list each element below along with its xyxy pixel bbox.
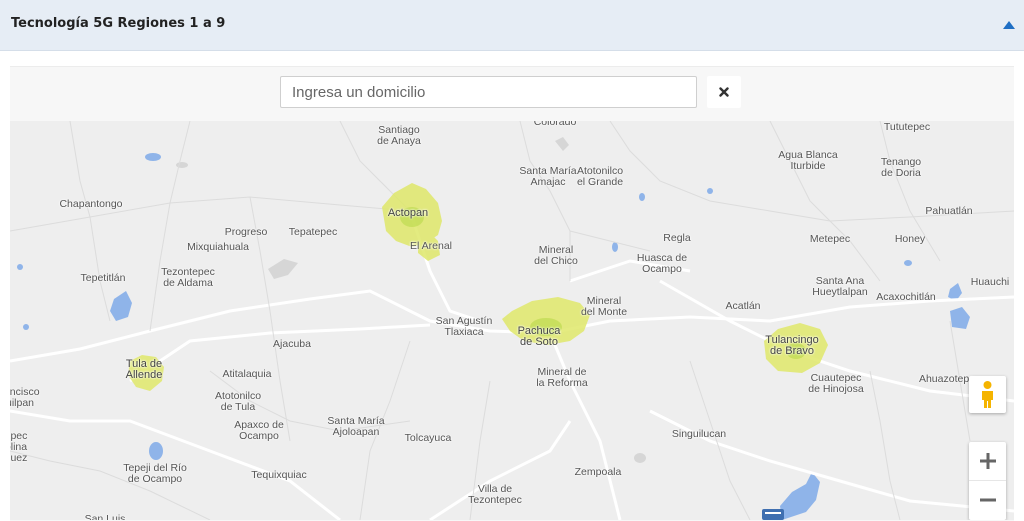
map-place-label: Apaxco de Ocampo bbox=[234, 419, 284, 442]
minus-icon bbox=[979, 498, 996, 502]
address-search-input[interactable] bbox=[280, 76, 697, 108]
plus-icon bbox=[979, 453, 996, 469]
map-place-label: Regla bbox=[663, 232, 691, 244]
map-place-label: Actopan bbox=[387, 207, 429, 219]
map-place-label: Atotonilco de Tula bbox=[214, 390, 262, 413]
map-place-label: Tula de Allende bbox=[125, 358, 163, 381]
map-place-label: Pachuca de Soto bbox=[517, 325, 561, 348]
map-place-label: epecolinaquez bbox=[10, 430, 28, 464]
street-view-pegman[interactable] bbox=[969, 376, 1006, 413]
map-place-label: Tepeji del Río de Ocampo bbox=[123, 462, 187, 485]
close-icon bbox=[719, 87, 729, 97]
map-place-label: Tenango de Doria bbox=[880, 156, 922, 179]
map-place-label: Colorado bbox=[533, 121, 577, 128]
section-title: Tecnología 5G Regiones 1 a 9 bbox=[11, 16, 226, 31]
map-place-label: Zempoala bbox=[574, 466, 622, 478]
map-place-label: Tepetitlán bbox=[80, 272, 126, 284]
map-place-label: Atotonilco el Grande bbox=[576, 165, 624, 188]
map-place-label: Acaxochitlán bbox=[876, 291, 936, 303]
map-place-label: Mineral del Chico bbox=[534, 244, 578, 267]
section-header[interactable]: Tecnología 5G Regiones 1 a 9 bbox=[0, 0, 1024, 51]
map-place-label: Mixquiahuala bbox=[187, 241, 249, 253]
map-place-label: Progreso bbox=[224, 226, 268, 238]
road-marker-icon bbox=[762, 509, 784, 520]
map-place-label: Mineral del Monte bbox=[580, 295, 628, 318]
map-place-label: ranciscouilpan bbox=[10, 386, 40, 409]
clear-search-button[interactable] bbox=[707, 76, 741, 108]
collapse-arrow-icon[interactable] bbox=[1003, 21, 1015, 29]
map-place-label: Santa María Amajac bbox=[519, 165, 577, 188]
map-place-label: Huasca de Ocampo bbox=[636, 252, 688, 275]
map-place-label: Tulancingo de Bravo bbox=[765, 334, 819, 357]
map-place-label: Villa de Tezontepec bbox=[468, 483, 522, 506]
map-place-label: Atitalaquia bbox=[222, 368, 272, 380]
pegman-icon bbox=[982, 381, 993, 408]
map-place-label: Mineral de la Reforma bbox=[536, 366, 588, 389]
map-place-label: Acatlán bbox=[725, 300, 761, 312]
map-place-label: Metepec bbox=[809, 233, 851, 245]
map-place-label: Tequixquiac bbox=[251, 469, 307, 481]
zoom-in-button[interactable] bbox=[969, 442, 1006, 481]
map-place-label: Ahuazotepe bbox=[918, 373, 976, 385]
map-place-label: Honey bbox=[894, 233, 926, 245]
map-place-label: Pahuatlán bbox=[925, 205, 973, 217]
map-place-label: Ajacuba bbox=[273, 338, 311, 350]
zoom-controls bbox=[969, 442, 1006, 520]
map-place-label: Singuilucan bbox=[671, 428, 727, 440]
map-place-label: Santa María Ajoloapan bbox=[327, 415, 385, 438]
map-place-label: Tepatepec bbox=[288, 226, 338, 238]
map-base bbox=[10, 121, 1014, 520]
map-place-label: Chapantongo bbox=[59, 198, 123, 210]
map-place-label: Agua Blanca Iturbide bbox=[778, 149, 838, 172]
coverage-map[interactable]: Santiago de Anaya Colorado Tututepec Agua Bl… bbox=[10, 121, 1014, 520]
map-place-label: Cuautepec de Hinojosa bbox=[808, 372, 864, 395]
map-place-label: San Agustín Tlaxiaca bbox=[435, 315, 493, 338]
map-place-label: El Arenal bbox=[409, 240, 453, 252]
map-place-label: Santa Ana Hueytlalpan bbox=[812, 275, 868, 298]
map-place-label: Santiago de Anaya bbox=[377, 124, 421, 147]
map-place-label: Tututepec bbox=[883, 121, 931, 133]
map-place-label: Huauchi bbox=[970, 276, 1010, 288]
map-place-label: San Luis bbox=[84, 513, 126, 521]
zoom-out-button[interactable] bbox=[969, 481, 1006, 519]
map-place-label: Tezontepec de Aldama bbox=[161, 266, 215, 289]
map-place-label: Tolcayuca bbox=[404, 432, 452, 444]
